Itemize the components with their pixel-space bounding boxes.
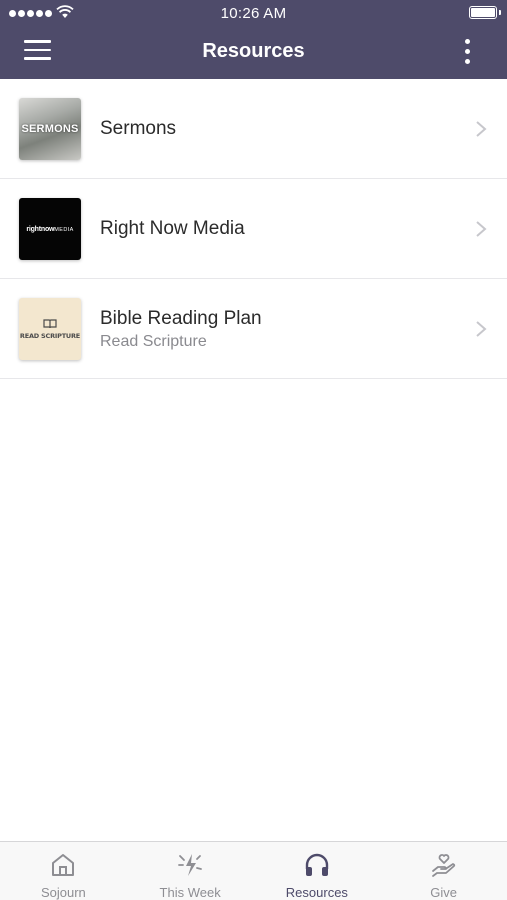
tab-sojourn[interactable]: Sojourn — [0, 842, 127, 900]
list-item-title: Right Now Media — [100, 218, 245, 239]
app-header: 10:26 AM Resources — [0, 0, 507, 79]
hand-heart-icon — [431, 854, 455, 877]
list-item-title: Bible Reading Plan — [100, 308, 262, 329]
right-now-media-thumbnail: rightnowMEDIA — [19, 198, 81, 260]
tab-label: Sojourn — [40, 885, 86, 900]
headphones-icon — [305, 853, 329, 876]
logo-text-light: MEDIA — [54, 226, 74, 233]
chevron-right-icon — [476, 121, 487, 137]
list-item-title: Sermons — [100, 118, 177, 139]
status-bar: 10:26 AM — [0, 0, 507, 26]
list-item-bible-reading-plan[interactable]: READ SCRIPTURE Bible Reading Plan Read S… — [0, 279, 507, 379]
tab-label: Give — [430, 885, 457, 900]
tab-bar: Sojourn This Week Resources Give — [0, 841, 507, 900]
tab-give[interactable]: Give — [380, 842, 507, 900]
logo-text-bold: rightnow — [26, 225, 55, 233]
resources-list: SERMONS Sermons rightnowMEDIA Right Now … — [0, 79, 507, 379]
page-title: Resources — [202, 40, 305, 62]
chevron-right-icon — [476, 321, 487, 337]
sermons-thumbnail-text: SERMONS — [21, 123, 79, 135]
list-item-sermons[interactable]: SERMONS Sermons — [0, 79, 507, 179]
list-item-right-now-media[interactable]: rightnowMEDIA Right Now Media — [0, 179, 507, 279]
sermons-thumbnail: SERMONS — [19, 98, 81, 160]
more-options-icon[interactable] — [455, 39, 479, 67]
bible-thumbnail-text: READ SCRIPTURE — [19, 331, 81, 340]
status-time: 10:26 AM — [220, 5, 287, 22]
chevron-right-icon — [476, 221, 487, 237]
navigation-bar: Resources — [0, 26, 507, 79]
tab-label: Resources — [285, 885, 348, 900]
tab-resources[interactable]: Resources — [254, 842, 381, 900]
open-book-icon — [43, 318, 57, 328]
home-icon — [52, 854, 75, 876]
list-item-subtitle: Read Scripture — [100, 333, 207, 350]
tab-label: This Week — [159, 885, 221, 900]
bible-reading-plan-thumbnail: READ SCRIPTURE — [19, 298, 81, 360]
right-now-media-logo: rightnowMEDIA — [26, 226, 73, 233]
sparkle-bolt-icon — [178, 854, 203, 876]
tab-this-week[interactable]: This Week — [127, 842, 254, 900]
battery-icon — [469, 6, 501, 19]
